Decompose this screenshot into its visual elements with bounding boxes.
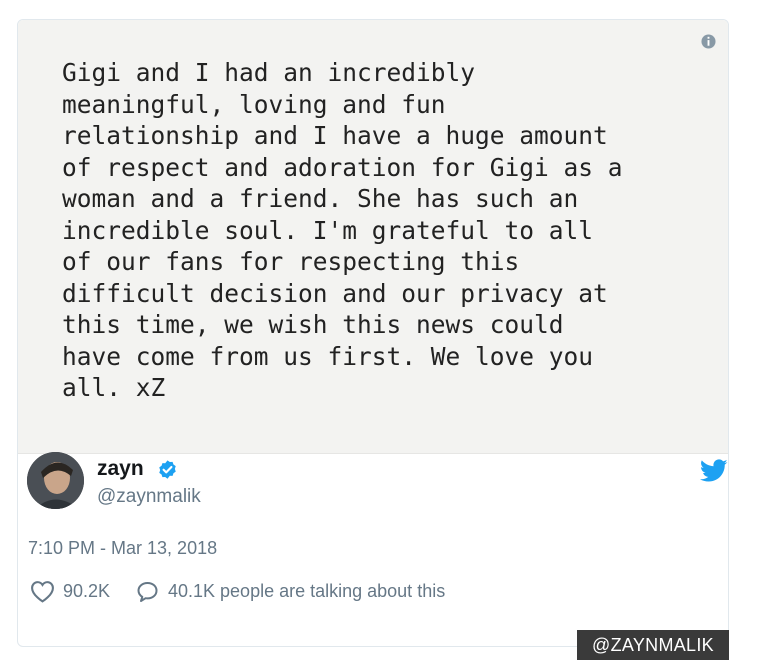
twitter-bird-icon[interactable] [700, 459, 728, 483]
tweet-author[interactable]: zayn @zaynmalik [27, 452, 427, 512]
reply-icon[interactable] [135, 580, 160, 604]
source-watermark: @ZAYNMALIK [577, 630, 729, 660]
author-handle[interactable]: @zaynmalik [97, 486, 201, 508]
statement-text: Gigi and I had an incredibly meaningful,… [62, 58, 623, 402]
notes-app-screenshot: Gigi and I had an incredibly meaningful,… [18, 20, 728, 454]
verified-badge-icon [159, 460, 176, 479]
heart-icon[interactable] [30, 580, 55, 603]
author-name[interactable]: zayn [97, 457, 144, 481]
conversation-link[interactable]: 40.1K people are talking about this [168, 581, 445, 602]
tweet-timestamp[interactable]: 7:10 PM - Mar 13, 2018 [28, 538, 217, 559]
like-count[interactable]: 90.2K [63, 581, 110, 602]
avatar[interactable] [27, 452, 84, 509]
info-icon[interactable] [701, 34, 716, 49]
tweet-actions: 90.2K 40.1K people are talking about thi… [30, 579, 630, 605]
